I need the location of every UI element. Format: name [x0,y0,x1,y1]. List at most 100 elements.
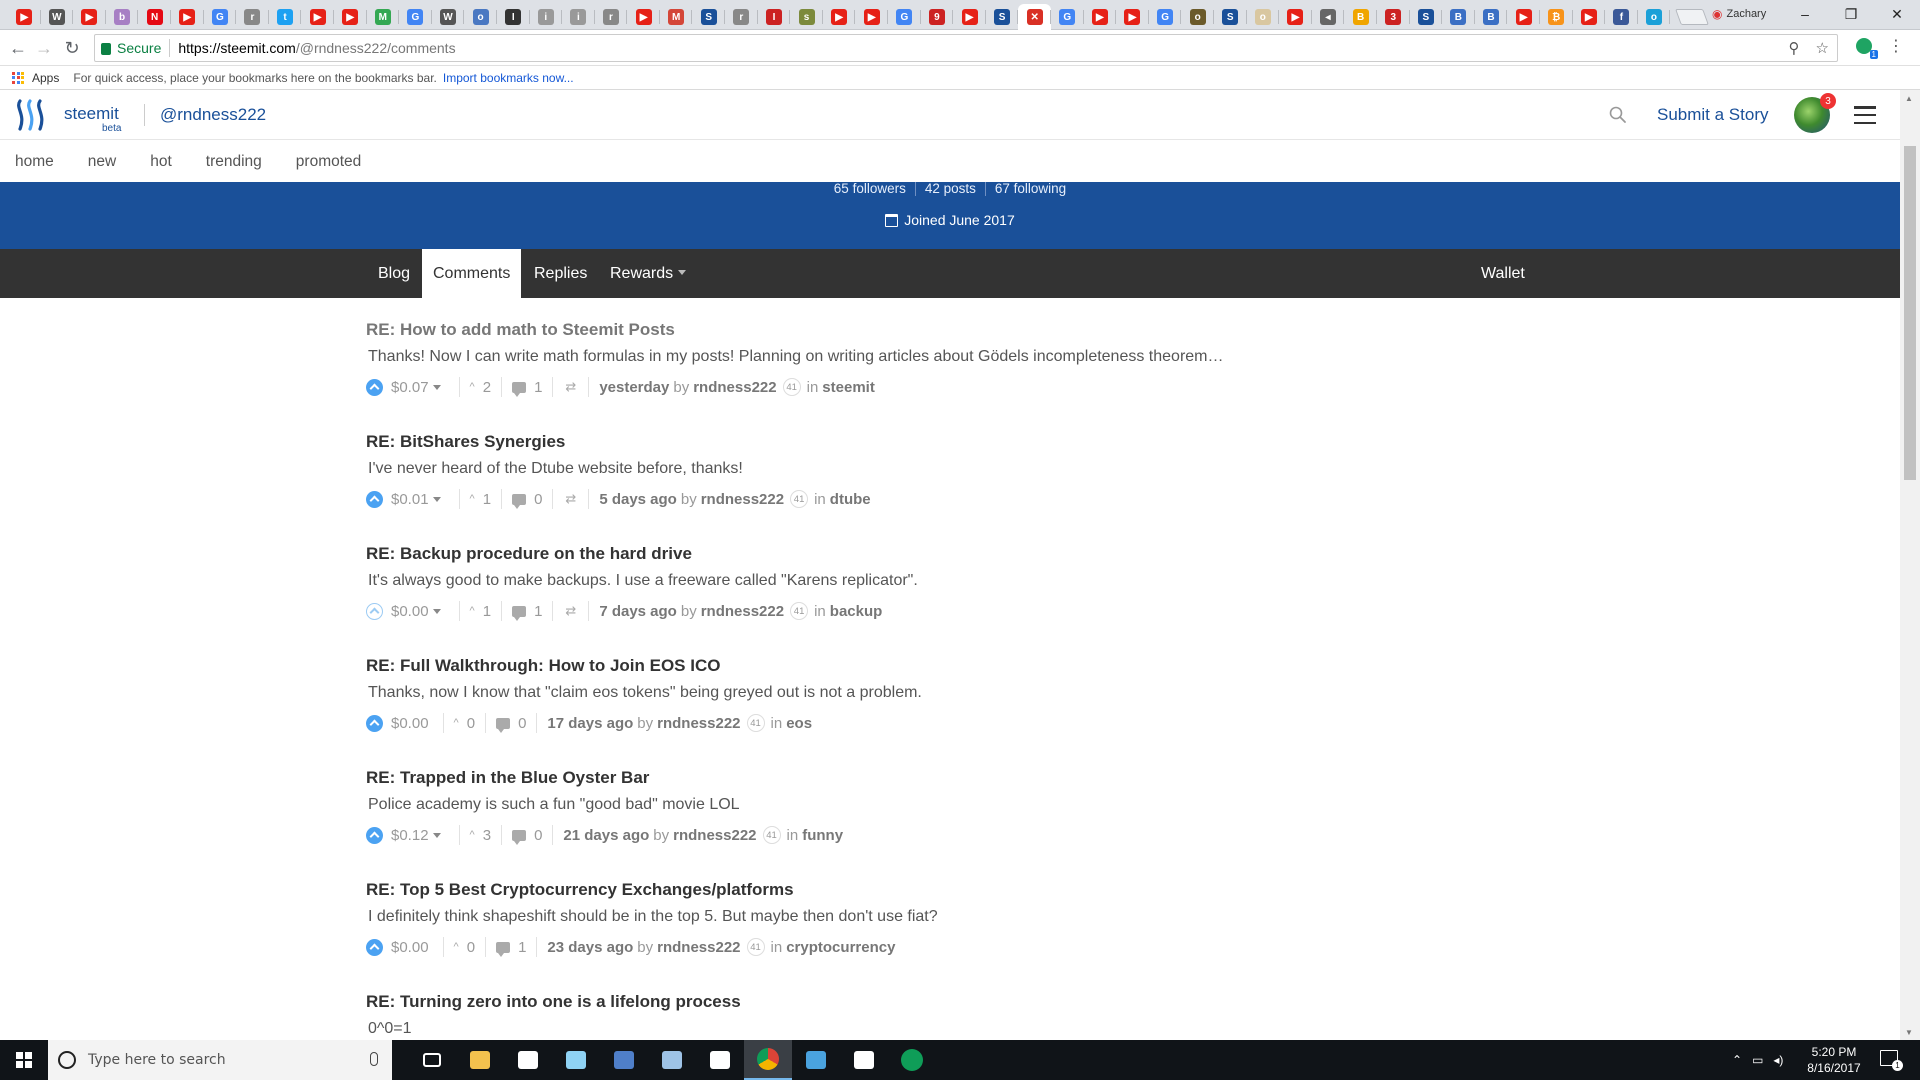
browser-tab[interactable]: B [1475,4,1508,30]
browser-tab[interactable]: 3 [1377,4,1410,30]
taskbar-app-tool-app[interactable] [792,1040,840,1080]
browser-tab[interactable]: ▶ [73,4,106,30]
category-link[interactable]: funny [802,827,843,844]
comment-bubble-icon[interactable] [512,605,527,621]
star-icon[interactable]: ☆ [1816,39,1829,57]
browser-tab[interactable]: G [399,4,432,30]
browser-tab[interactable]: S [1214,4,1247,30]
tab-blog[interactable]: Blog [367,249,421,298]
comment-body[interactable]: I definitely think shapeshift should be … [368,908,938,926]
nav-new[interactable]: new [88,153,116,171]
vote-count[interactable]: 3 [483,827,491,844]
comment-time[interactable]: 21 days ago [563,827,649,844]
browser-tab[interactable]: G [1051,4,1084,30]
followers-count[interactable]: 65 followers [825,182,915,196]
browser-tab[interactable]: W [432,4,465,30]
start-button[interactable] [0,1040,48,1080]
payout-value[interactable]: $0.07 [391,379,429,396]
address-bar[interactable]: Secure https://steemit.com/@rndness222/c… [94,34,1838,62]
browser-tab[interactable]: I [758,4,791,30]
browser-tab[interactable]: o [1247,4,1280,30]
vote-count[interactable]: 0 [467,939,475,956]
payout-dropdown-icon[interactable] [432,832,441,838]
payout-value[interactable]: $0.00 [391,939,429,956]
comment-title[interactable]: RE: Backup procedure on the hard drive [366,544,692,564]
comment-body[interactable]: It's always good to make backups. I use … [368,572,918,590]
back-button[interactable]: ← [6,36,30,60]
steemit-logo-icon[interactable] [14,98,50,132]
comment-title[interactable]: RE: Turning zero into one is a lifelong … [366,992,741,1012]
author-link[interactable]: rndness222 [657,939,740,956]
taskbar-app-monitor-app[interactable] [600,1040,648,1080]
nav-promoted[interactable]: promoted [296,153,361,171]
apps-icon[interactable] [12,71,24,84]
reply-count[interactable]: 1 [518,939,526,956]
tab-rewards[interactable]: Rewards [599,249,697,298]
comment-title[interactable]: RE: Trapped in the Blue Oyster Bar [366,768,649,788]
taskbar-clock[interactable]: 5:20 PM 8/16/2017 [1806,1044,1862,1076]
volume-icon[interactable]: ◂) [1773,1053,1783,1067]
upvote-icon[interactable] [366,714,383,732]
browser-tab[interactable]: ◂ [1312,4,1345,30]
taskbar-app-file-explorer[interactable] [456,1040,504,1080]
payout-dropdown-icon[interactable] [432,608,441,614]
vote-count[interactable]: 0 [467,715,475,732]
browser-tab[interactable]: ▶ [953,4,986,30]
browser-tab[interactable]: ₿ [1540,4,1573,30]
restore-button[interactable]: ❐ [1828,0,1874,28]
upvote-icon[interactable] [366,490,383,508]
nav-hot[interactable]: hot [150,153,172,171]
browser-tab[interactable]: ▶ [1573,4,1606,30]
comment-body[interactable]: Police academy is such a fun "good bad" … [368,796,740,814]
browser-tab[interactable]: G [888,4,921,30]
new-tab-button[interactable] [1675,9,1710,25]
taskbar-app-store[interactable] [696,1040,744,1080]
browser-tab[interactable]: ▶ [334,4,367,30]
browser-tab[interactable]: ▶ [1084,4,1117,30]
browser-tab[interactable]: G [1149,4,1182,30]
browser-tab[interactable]: r [725,4,758,30]
submit-story-link[interactable]: Submit a Story [1657,105,1769,125]
taskbar-app-hangouts[interactable] [888,1040,936,1080]
payout-dropdown-icon[interactable] [432,496,441,502]
tab-replies[interactable]: Replies [523,249,598,298]
comment-body[interactable]: Thanks! Now I can write math formulas in… [368,348,1224,366]
taskbar-app-mail[interactable] [504,1040,552,1080]
category-link[interactable]: cryptocurrency [786,939,895,956]
browser-tab[interactable]: ▶ [823,4,856,30]
reply-count[interactable]: 1 [534,379,542,396]
close-window-button[interactable]: ✕ [1874,0,1920,28]
browser-tab[interactable]: ▶ [627,4,660,30]
upvote-icon[interactable] [366,378,383,396]
browser-tab[interactable]: ▶ [8,4,41,30]
author-link[interactable]: rndness222 [701,603,784,620]
browser-menu-icon[interactable]: ⋮ [1888,36,1904,56]
extension-icon[interactable]: 1 [1856,38,1878,59]
browser-tab[interactable]: I [497,4,530,30]
comment-time[interactable]: yesterday [599,379,669,396]
browser-tab[interactable]: ▶ [855,4,888,30]
browser-tab[interactable]: 9 [921,4,954,30]
upvote-icon[interactable] [366,938,383,956]
comment-bubble-icon[interactable] [512,381,527,397]
browser-tab[interactable]: b [106,4,139,30]
browser-tab[interactable]: M [660,4,693,30]
comment-body[interactable]: I've never heard of the Dtube website be… [368,460,743,478]
browser-tab[interactable]: B [1442,4,1475,30]
browser-tab[interactable]: ✕ [1018,4,1051,30]
profile-button[interactable]: ◉ Zachary [1712,7,1766,21]
comment-title[interactable]: RE: Full Walkthrough: How to Join EOS IC… [366,656,720,676]
category-link[interactable]: backup [830,603,883,620]
network-icon[interactable]: ▭ [1752,1053,1763,1067]
author-link[interactable]: rndness222 [657,715,740,732]
reblog-icon[interactable]: ⇄ [565,603,576,619]
tab-comments[interactable]: Comments [422,249,522,298]
taskbar-app-notes[interactable] [552,1040,600,1080]
browser-tab[interactable]: s [790,4,823,30]
browser-tab[interactable]: ▶ [1507,4,1540,30]
site-brand[interactable]: steemit [64,104,119,124]
category-link[interactable]: eos [786,715,812,732]
reply-count[interactable]: 0 [534,491,542,508]
browser-tab[interactable]: ▶ [171,4,204,30]
category-link[interactable]: steemit [822,379,875,396]
